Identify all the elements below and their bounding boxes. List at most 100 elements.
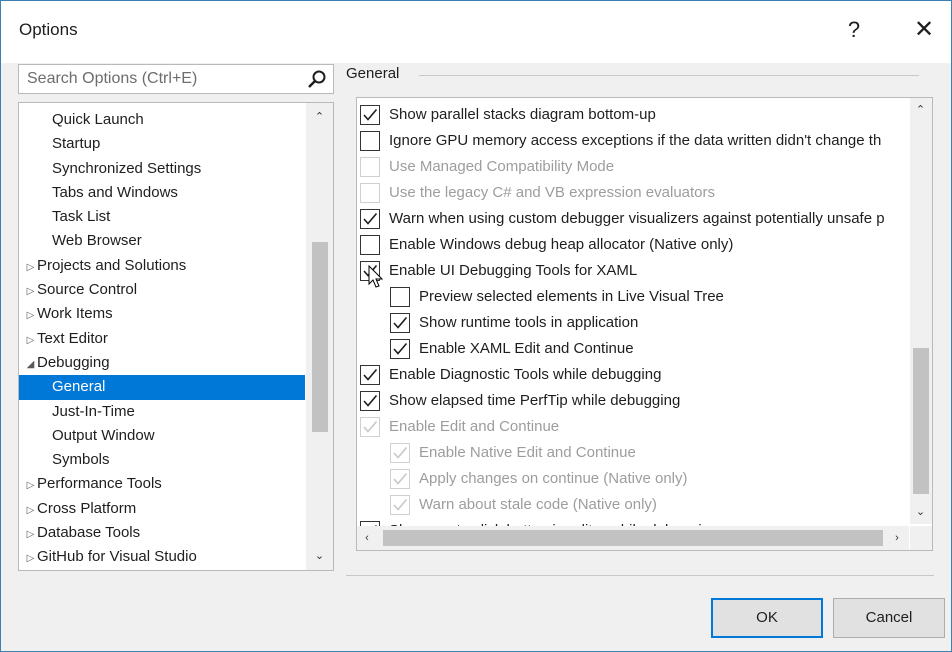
- checkbox-checked[interactable]: [390, 443, 410, 463]
- check-icon: [363, 394, 378, 407]
- options-tree: Quick Launch Startup Synchronized Settings…: [18, 102, 334, 571]
- panel-scroll-thumb[interactable]: [913, 348, 929, 494]
- tree-item-label: Web Browser: [52, 232, 142, 250]
- checkbox-unchecked[interactable]: [360, 131, 380, 151]
- panel-scroll-down-icon[interactable]: ⌄: [907, 502, 932, 522]
- tree-item-label: Task List: [52, 208, 111, 226]
- tree-item-label: Output Window: [52, 426, 155, 444]
- check-icon: [363, 108, 378, 121]
- checkbox-unchecked[interactable]: [360, 235, 380, 255]
- option-label: Enable Edit and Continue: [389, 418, 560, 435]
- check-icon: [363, 212, 378, 225]
- tree-item[interactable]: ▷ Cross Platform: [19, 497, 305, 521]
- tree-scroll-up-icon[interactable]: ⌃: [306, 107, 333, 127]
- checkbox-checked[interactable]: [390, 313, 410, 333]
- collapsed-arrow-icon[interactable]: ▷: [24, 329, 37, 353]
- tree-item[interactable]: ▷ Performance Tools: [19, 472, 305, 496]
- panel-scroll-left-icon[interactable]: ‹: [357, 528, 377, 548]
- help-button[interactable]: ?: [839, 15, 869, 45]
- check-icon: [363, 368, 378, 381]
- checkbox-unchecked[interactable]: [390, 287, 410, 307]
- tree-item[interactable]: ▷ Work Items: [19, 302, 305, 326]
- option-label: Warn when using custom debugger visualiz…: [389, 210, 885, 227]
- checkbox-checked[interactable]: [360, 105, 380, 125]
- tree-item[interactable]: Quick Launch: [19, 108, 305, 132]
- window-title: Options: [19, 20, 78, 39]
- tree-item-label: Symbols: [52, 451, 110, 469]
- check-icon: [393, 316, 408, 329]
- check-icon: [393, 342, 408, 355]
- tree-item[interactable]: Tabs and Windows: [19, 181, 305, 205]
- search-input[interactable]: [19, 65, 315, 93]
- tree-item-label: Just-In-Time: [52, 402, 135, 420]
- panel-vertical-scrollbar[interactable]: ⌃ ⌄: [910, 98, 932, 524]
- collapsed-arrow-icon[interactable]: ▷: [24, 280, 37, 304]
- cancel-button[interactable]: Cancel: [833, 598, 945, 638]
- tree-item-label: Text Editor: [37, 329, 108, 347]
- option-label: Enable UI Debugging Tools for XAML: [389, 262, 638, 279]
- checkbox-unchecked[interactable]: [360, 157, 380, 177]
- search-icon[interactable]: [307, 69, 327, 89]
- checkbox-checked[interactable]: [390, 339, 410, 359]
- tree-vertical-scrollbar[interactable]: ⌃ ⌄: [306, 103, 333, 570]
- tree-item-label: Projects and Solutions: [37, 256, 187, 274]
- tree-item[interactable]: ▷ Source Control: [19, 278, 305, 302]
- checkbox-checked[interactable]: [360, 391, 380, 411]
- title-bar: Options ? ✕: [1, 1, 951, 63]
- option-label: Enable Windows debug heap allocator (Nat…: [389, 236, 734, 253]
- tree-item-label: Startup: [52, 135, 101, 153]
- options-dialog: Options ? ✕ Quick Launch Startup Synchroni…: [0, 0, 952, 652]
- collapsed-arrow-icon[interactable]: ▷: [24, 523, 37, 547]
- tree-item[interactable]: Symbols: [19, 448, 305, 472]
- option-label: Show elapsed time PerfTip while debuggin…: [389, 392, 681, 409]
- checkbox-checked[interactable]: [360, 209, 380, 229]
- tree-item-label: Performance Tools: [37, 475, 162, 493]
- tree-item[interactable]: ◢ Debugging: [19, 351, 305, 375]
- tree-item-label: Source Control: [37, 281, 138, 299]
- ok-button[interactable]: OK: [711, 598, 823, 638]
- collapsed-arrow-icon[interactable]: ▷: [24, 304, 37, 328]
- option-label: Ignore GPU memory access exceptions if t…: [389, 132, 882, 149]
- tree-item[interactable]: General: [19, 375, 305, 400]
- tree-item[interactable]: Synchronized Settings: [19, 157, 305, 181]
- tree-item[interactable]: Task List: [19, 205, 305, 229]
- panel-hscroll-thumb[interactable]: [383, 530, 883, 546]
- tree-item[interactable]: ▷ Projects and Solutions: [19, 254, 305, 278]
- collapsed-arrow-icon[interactable]: ▷: [24, 256, 37, 280]
- footer-divider: [346, 575, 934, 576]
- collapsed-arrow-icon[interactable]: ▷: [24, 499, 37, 523]
- checkbox-checked[interactable]: [360, 417, 380, 437]
- tree-scroll-thumb[interactable]: [312, 242, 328, 432]
- tree-item[interactable]: Web Browser: [19, 229, 305, 253]
- search-box: [18, 64, 334, 94]
- collapsed-arrow-icon[interactable]: ▷: [24, 547, 37, 570]
- collapsed-arrow-icon[interactable]: ▷: [24, 474, 37, 498]
- tree-item-label: GitHub for Visual Studio: [37, 548, 197, 566]
- tree-scroll-down-icon[interactable]: ⌄: [306, 546, 333, 566]
- checkbox-checked[interactable]: [390, 469, 410, 489]
- tree-item[interactable]: ▷ Text Editor: [19, 327, 305, 351]
- checkbox-checked[interactable]: [390, 495, 410, 515]
- panel-scroll-right-icon[interactable]: ›: [887, 528, 907, 548]
- tree-item[interactable]: ▷ Database Tools: [19, 521, 305, 545]
- close-button[interactable]: ✕: [909, 15, 939, 45]
- options-panel: Show parallel stacks diagram bottom-up Ig…: [356, 97, 933, 551]
- option-label: Enable XAML Edit and Continue: [419, 340, 634, 357]
- tree-item[interactable]: Output Window: [19, 424, 305, 448]
- expanded-arrow-icon[interactable]: ◢: [24, 353, 37, 377]
- tree-item[interactable]: ▷ GitHub for Visual Studio: [19, 545, 305, 569]
- option-label: Enable Diagnostic Tools while debugging: [389, 366, 662, 383]
- section-divider: [419, 75, 919, 76]
- panel-scroll-up-icon[interactable]: ⌃: [907, 100, 932, 120]
- option-label: Enable Native Edit and Continue: [419, 444, 636, 461]
- tree-item-label: Cross Platform: [37, 499, 137, 517]
- panel-horizontal-scrollbar[interactable]: ‹ ›: [357, 526, 909, 550]
- checkbox-unchecked[interactable]: [360, 183, 380, 203]
- section-title: General: [346, 65, 400, 82]
- check-icon: [393, 472, 408, 485]
- tree-item-label: Quick Launch: [52, 111, 144, 128]
- checkbox-checked[interactable]: [360, 365, 380, 385]
- option-label: Use the legacy C# and VB expression eval…: [389, 184, 716, 201]
- tree-item[interactable]: Startup: [19, 132, 305, 156]
- tree-item[interactable]: Just-In-Time: [19, 400, 305, 424]
